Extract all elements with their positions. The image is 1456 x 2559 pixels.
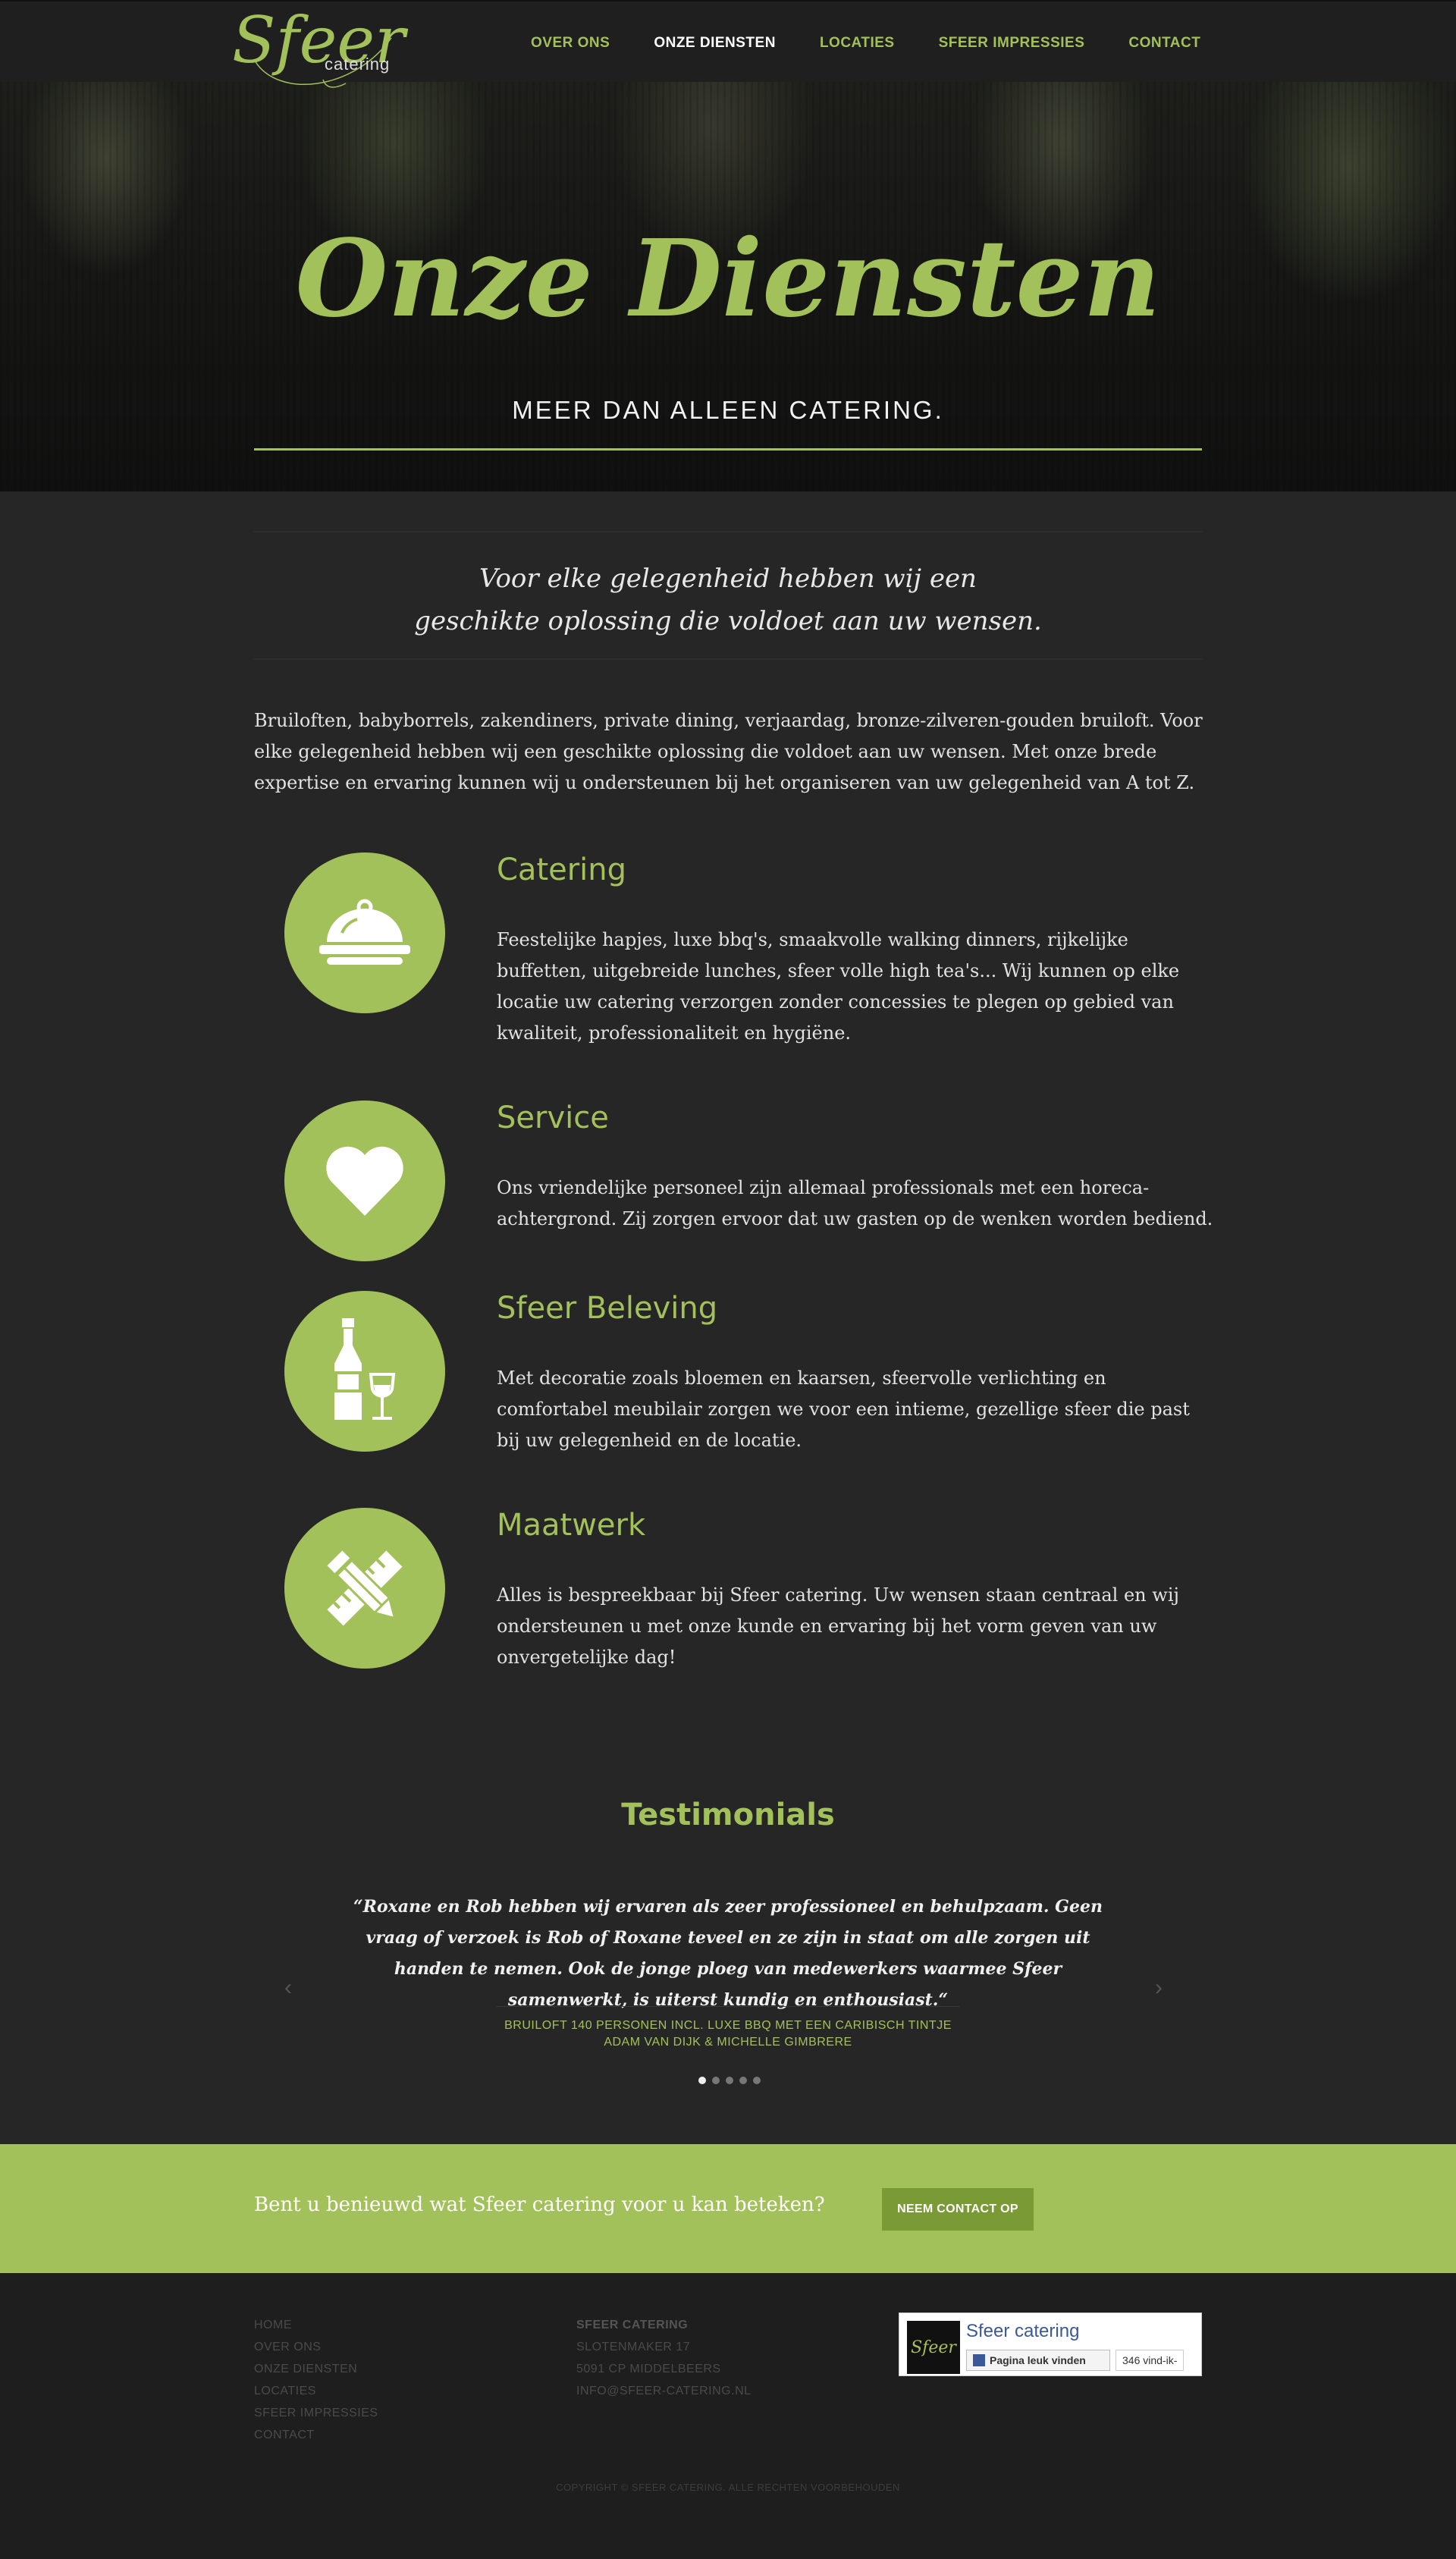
- service-text: Alles is bespreekbaar bij Sfeer catering…: [497, 1584, 1179, 1668]
- footer-link-over-ons[interactable]: OVER ONS: [254, 2336, 378, 2358]
- intro-line-1: Voor elke gelegenheid hebben wij een: [479, 564, 977, 594]
- logo-subtitle: catering: [325, 55, 391, 74]
- testimonial-source: BRUILOFT 140 PERSONEN INCL. LUXE BBQ MET…: [0, 2017, 1456, 2051]
- testimonial-quote: “Roxane en Rob hebben wij ervaren als ze…: [353, 1897, 1103, 2010]
- footer-city: 5091 CP MIDDELBEERS: [576, 2363, 721, 2375]
- footer-link-contact[interactable]: CONTACT: [254, 2424, 378, 2446]
- footer-link-home[interactable]: HOME: [254, 2314, 378, 2336]
- facebook-like-box: Sfeer Sfeer catering Pagina leuk vinden …: [899, 2313, 1202, 2376]
- facebook-icon: [973, 2354, 985, 2366]
- service-title: Service: [497, 1101, 609, 1135]
- intro-bottom-divider: [254, 658, 1202, 660]
- footer-address: SFEER CATERING SLOTENMAKER 17 5091 CP MI…: [576, 2314, 752, 2402]
- intro-quote: Voor elke gelegenheid hebben wij een ges…: [254, 557, 1202, 642]
- testimonial-event: BRUILOFT 140 PERSONEN INCL. LUXE BBQ MET…: [504, 2019, 952, 2032]
- carousel-dot[interactable]: [753, 2077, 761, 2084]
- top-navigation: Sfeer catering OVER ONS ONZE DIENSTEN LO…: [0, 0, 1456, 88]
- cta-text: Bent u benieuwd wat Sfeer catering voor …: [254, 2193, 825, 2216]
- facebook-like-label: Pagina leuk vinden: [990, 2354, 1086, 2366]
- service-title: Catering: [497, 852, 627, 887]
- contact-cta-banner: Bent u benieuwd wat Sfeer catering voor …: [0, 2144, 1456, 2273]
- testimonial-divider: [497, 2006, 959, 2007]
- intro-top-divider: [254, 531, 1202, 532]
- footer-link-locaties[interactable]: LOCATIES: [254, 2380, 378, 2402]
- footer-link-onze-diensten[interactable]: ONZE DIENSTEN: [254, 2358, 378, 2380]
- contact-button[interactable]: NEEM CONTACT OP: [882, 2188, 1034, 2231]
- nav-sfeer-impressies[interactable]: SFEER IMPRESSIES: [939, 35, 1085, 52]
- footer-company-name: SFEER CATERING: [576, 2319, 689, 2331]
- carousel-dot[interactable]: [698, 2077, 706, 2084]
- facebook-page-name[interactable]: Sfeer catering: [966, 2321, 1079, 2342]
- testimonials-title: Testimonials: [621, 1798, 835, 1832]
- footer-links: HOME OVER ONS ONZE DIENSTEN LOCATIES SFE…: [254, 2314, 378, 2446]
- footer-link-sfeer-impressies[interactable]: SFEER IMPRESSIES: [254, 2402, 378, 2424]
- footer: HOME OVER ONS ONZE DIENSTEN LOCATIES SFE…: [0, 2273, 1456, 2559]
- bottle-glass-icon: [284, 1291, 445, 1452]
- hero-divider: [254, 448, 1202, 451]
- testimonial-author: ADAM VAN DIJK & MICHELLE GIMBRERE: [604, 2036, 852, 2049]
- nav-onze-diensten[interactable]: ONZE DIENSTEN: [654, 35, 776, 52]
- pencil-ruler-icon: [284, 1508, 445, 1669]
- hero-banner: Onze Diensten MEER DAN ALLEEN CATERING.: [0, 82, 1456, 491]
- carousel-dot[interactable]: [739, 2077, 747, 2084]
- facebook-like-button[interactable]: Pagina leuk vinden: [966, 2350, 1110, 2371]
- hero-subtitle: MEER DAN ALLEEN CATERING.: [512, 396, 944, 424]
- nav-locaties[interactable]: LOCATIES: [820, 35, 895, 52]
- nav-over-ons[interactable]: OVER ONS: [531, 35, 610, 52]
- footer-email[interactable]: INFO@SFEER-CATERING.NL: [576, 2380, 752, 2402]
- main-menu: OVER ONS ONZE DIENSTEN LOCATIES SFEER IM…: [531, 35, 1244, 52]
- thumbnail-logo: Sfeer: [911, 2338, 956, 2357]
- nav-contact[interactable]: CONTACT: [1128, 35, 1200, 52]
- footer-street: SLOTENMAKER 17: [576, 2341, 691, 2353]
- carousel-dot[interactable]: [726, 2077, 733, 2084]
- intro-paragraph: Bruiloften, babyborrels, zakendiners, pr…: [254, 710, 1203, 793]
- hero-title: Onze Diensten: [295, 217, 1161, 341]
- carousel-dots: [698, 2077, 761, 2084]
- service-text: Feestelijke hapjes, luxe bbq's, smaakvol…: [497, 929, 1180, 1044]
- facebook-like-count: 346 vind-ik-: [1116, 2350, 1185, 2371]
- carousel-next-icon[interactable]: ›: [1155, 1975, 1163, 2001]
- service-title: Sfeer Beleving: [497, 1291, 718, 1326]
- facebook-page-thumbnail[interactable]: Sfeer: [907, 2321, 960, 2374]
- service-text: Ons vriendelijke personeel zijn allemaal…: [497, 1177, 1213, 1229]
- carousel-prev-icon[interactable]: ‹: [284, 1975, 292, 2001]
- intro-line-2: geschikte oplossing die voldoet aan uw w…: [414, 606, 1042, 636]
- sfeer-catering-logo[interactable]: Sfeer catering: [232, 3, 405, 91]
- heart-icon: [284, 1101, 445, 1261]
- service-title: Maatwerk: [497, 1508, 646, 1543]
- carousel-dot[interactable]: [712, 2077, 720, 2084]
- service-text: Met decoratie zoals bloemen en kaarsen, …: [497, 1367, 1190, 1451]
- cloche-icon: [284, 852, 445, 1013]
- copyright-text: COPYRIGHT © SFEER CATERING. ALLE RECHTEN…: [556, 2482, 900, 2493]
